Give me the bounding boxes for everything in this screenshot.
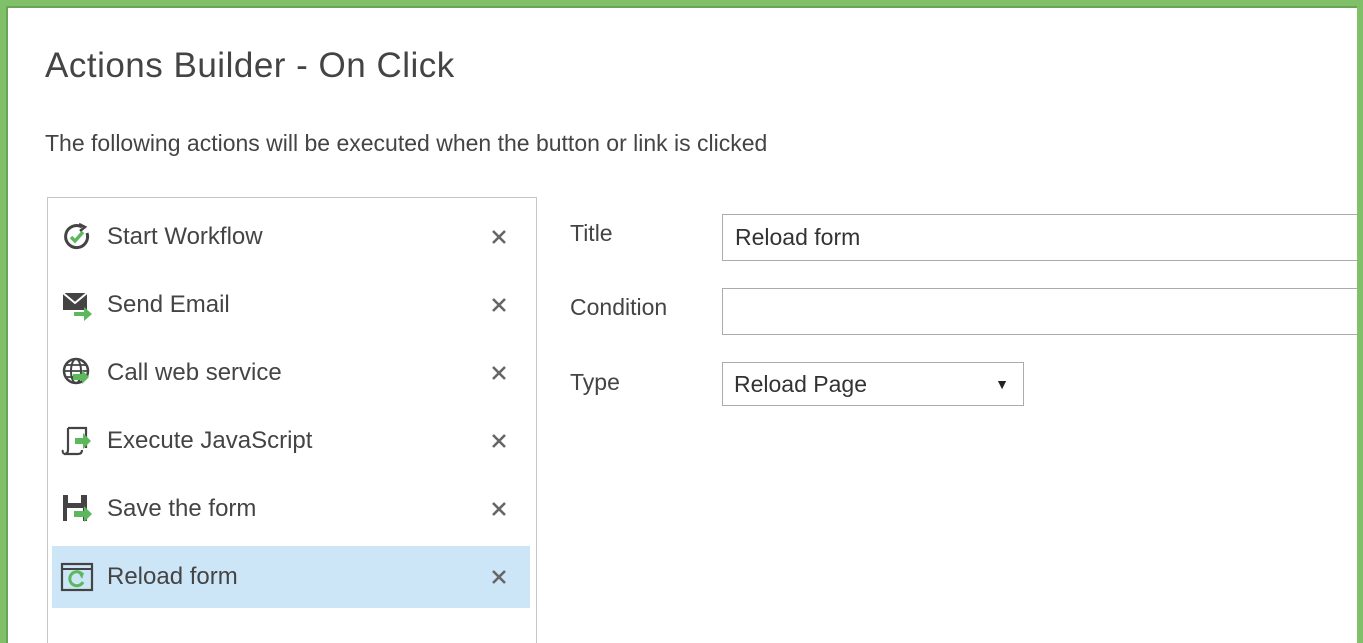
reload-form-icon	[60, 560, 94, 594]
action-item-save-the-form[interactable]: Save the form	[52, 478, 530, 540]
type-select[interactable]: Reload Page ▼	[722, 362, 1024, 406]
action-label: Start Workflow	[107, 223, 263, 250]
type-select-value: Reload Page	[734, 371, 867, 397]
action-item-send-email[interactable]: Send Email	[52, 274, 530, 336]
condition-input[interactable]	[722, 288, 1357, 335]
close-icon	[492, 298, 506, 312]
action-item-execute-javascript[interactable]: Execute JavaScript	[52, 410, 530, 472]
close-icon	[492, 230, 506, 244]
condition-field-label: Condition	[570, 294, 668, 320]
remove-action-button[interactable]	[486, 428, 512, 454]
start-workflow-icon	[60, 220, 94, 254]
send-email-icon	[60, 288, 94, 322]
action-label: Send Email	[107, 291, 230, 318]
action-item-reload-form[interactable]: Reload form	[52, 546, 530, 608]
dialog-subtitle: The following actions will be executed w…	[45, 130, 768, 156]
close-icon	[492, 366, 506, 380]
title-input[interactable]	[722, 214, 1357, 261]
type-field-label: Type	[570, 369, 620, 395]
close-icon	[492, 570, 506, 584]
actions-builder-dialog: Actions Builder - On Click The following…	[6, 6, 1357, 643]
remove-action-button[interactable]	[486, 292, 512, 318]
action-item-call-web-service[interactable]: Call web service	[52, 342, 530, 404]
remove-action-button[interactable]	[486, 496, 512, 522]
dialog-title: Actions Builder - On Click	[45, 46, 455, 85]
remove-action-button[interactable]	[486, 224, 512, 250]
action-label: Save the form	[107, 495, 257, 522]
title-field-label: Title	[570, 220, 613, 246]
web-service-icon	[60, 356, 94, 390]
close-icon	[492, 502, 506, 516]
close-icon	[492, 434, 506, 448]
javascript-icon	[60, 424, 94, 458]
action-label: Reload form	[107, 563, 238, 590]
chevron-down-icon: ▼	[995, 376, 1009, 392]
action-label: Execute JavaScript	[107, 427, 313, 454]
action-label: Call web service	[107, 359, 282, 386]
remove-action-button[interactable]	[486, 360, 512, 386]
action-item-start-workflow[interactable]: Start Workflow	[52, 206, 530, 268]
action-list: Start Workflow Send Email Call web servi…	[47, 197, 537, 643]
save-form-icon	[60, 492, 94, 526]
remove-action-button[interactable]	[486, 564, 512, 590]
